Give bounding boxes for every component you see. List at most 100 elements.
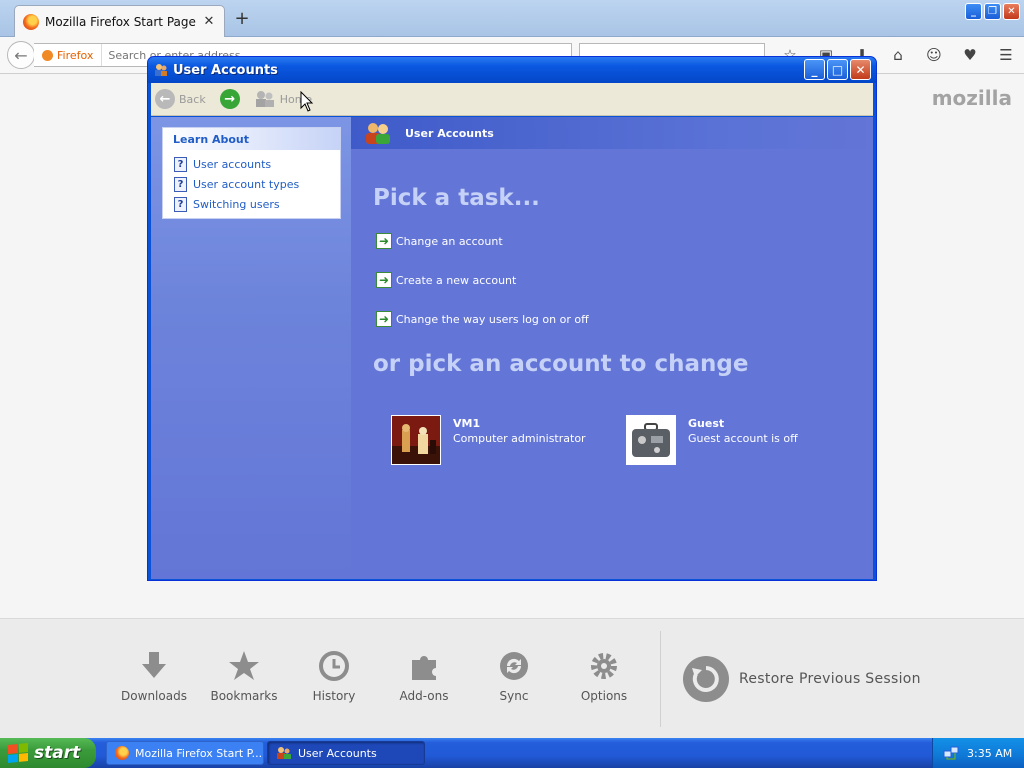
- star-icon: [204, 647, 284, 685]
- account-name: VM1: [453, 417, 481, 430]
- back-label: Back: [179, 92, 206, 106]
- launcher-divider: [660, 631, 661, 727]
- start-button[interactable]: start: [0, 738, 96, 768]
- taskbar-button-label: User Accounts: [298, 746, 377, 760]
- identity-box[interactable]: Firefox: [42, 44, 103, 66]
- main-pane: User Accounts Pick a task... ➜ Change an…: [351, 117, 873, 579]
- launcher-label: Downloads: [121, 689, 187, 703]
- user-accounts-icon: [366, 123, 390, 144]
- forward-button[interactable]: →: [219, 89, 240, 109]
- firefox-identity-icon: [42, 49, 53, 61]
- launcher-sync[interactable]: Sync: [474, 647, 554, 703]
- pocket-icon[interactable]: ♥: [960, 45, 980, 65]
- users-home-icon: [255, 91, 274, 107]
- restore-session-label: Restore Previous Session: [739, 671, 921, 687]
- task-change-account[interactable]: ➜ Change an account: [376, 233, 503, 249]
- account-guest[interactable]: Guest Guest account is off: [626, 415, 798, 465]
- close-icon[interactable]: ✕: [850, 59, 871, 80]
- launcher-label: Bookmarks: [210, 689, 278, 703]
- start-label: start: [34, 743, 81, 763]
- puzzle-icon: [384, 647, 464, 685]
- taskbar: start Mozilla Firefox Start P... User Ac…: [0, 738, 1024, 768]
- pick-task-heading: Pick a task...: [373, 185, 540, 211]
- learn-link-user-accounts[interactable]: ? User accounts: [163, 154, 340, 174]
- chess-avatar-icon: [391, 415, 441, 465]
- close-icon[interactable]: ✕: [1003, 3, 1020, 20]
- firefox-logo-icon: [23, 13, 39, 30]
- users-icon: [155, 64, 167, 76]
- account-description: Guest account is off: [688, 432, 798, 445]
- launcher-bar: Downloads Bookmarks History Add-ons Sync…: [0, 618, 1024, 738]
- pick-account-heading: or pick an account to change: [373, 351, 749, 377]
- pane-header: User Accounts: [351, 117, 873, 149]
- suitcase-avatar-icon: [626, 415, 676, 465]
- maximize-icon[interactable]: □: [827, 59, 848, 80]
- users-icon: [277, 747, 291, 759]
- mozilla-wordmark: mozilla: [931, 86, 1012, 110]
- restore-session-button[interactable]: Restore Previous Session: [683, 656, 921, 702]
- task-pane: Learn About ? User accounts ? User accou…: [151, 117, 351, 579]
- tab-title: Mozilla Firefox Start Page: [45, 14, 196, 29]
- home-icon[interactable]: ⌂: [888, 45, 908, 65]
- learn-link-switching-users[interactable]: ? Switching users: [163, 194, 340, 214]
- launcher-label: History: [312, 689, 356, 703]
- firefox-logo-icon: [115, 746, 129, 760]
- learn-about-heading: Learn About: [163, 128, 340, 150]
- system-tray: 3:35 AM: [932, 738, 1024, 768]
- identity-label: Firefox: [57, 48, 94, 62]
- clock[interactable]: 3:35 AM: [967, 747, 1012, 760]
- taskbar-button-label: Mozilla Firefox Start P...: [135, 746, 263, 760]
- launcher-downloads[interactable]: Downloads: [114, 647, 194, 703]
- sync-icon: [474, 647, 554, 685]
- minimize-icon[interactable]: _: [804, 59, 825, 80]
- tab-close-icon[interactable]: ✕: [202, 14, 216, 29]
- task-label: Create a new account: [396, 273, 517, 287]
- learn-link-label: Switching users: [193, 197, 280, 211]
- account-description: Computer administrator: [453, 432, 586, 445]
- restore-arrow-icon: [683, 656, 729, 702]
- gear-icon: [564, 647, 644, 685]
- back-arrow-icon[interactable]: ←: [7, 41, 35, 69]
- learn-link-label: User account types: [193, 177, 300, 191]
- green-arrow-icon: ➜: [376, 272, 392, 288]
- pane-header-title: User Accounts: [405, 126, 494, 140]
- back-button[interactable]: ← Back: [155, 89, 206, 109]
- new-tab-button[interactable]: +: [232, 9, 252, 29]
- account-name: Guest: [688, 417, 725, 430]
- network-icon[interactable]: [943, 745, 959, 761]
- task-label: Change the way users log on or off: [396, 312, 589, 326]
- learn-link-label: User accounts: [193, 157, 272, 171]
- minimize-icon[interactable]: _: [965, 3, 982, 20]
- taskbar-button-user-accounts[interactable]: User Accounts: [267, 741, 425, 765]
- launcher-bookmarks[interactable]: Bookmarks: [204, 647, 284, 703]
- user-accounts-window: User Accounts _ □ ✕ ← Back → Home Learn …: [147, 56, 877, 581]
- download-icon: [114, 647, 194, 685]
- ua-content: Learn About ? User accounts ? User accou…: [151, 117, 873, 579]
- green-arrow-icon: ➜: [376, 233, 392, 249]
- launcher-label: Options: [580, 689, 628, 703]
- task-label: Change an account: [396, 234, 503, 248]
- task-create-account[interactable]: ➜ Create a new account: [376, 272, 516, 288]
- window-title: User Accounts: [173, 62, 278, 78]
- clock-icon: [294, 647, 374, 685]
- firefox-window-controls: _ ❐ ✕: [965, 3, 1020, 20]
- launcher-add-ons[interactable]: Add-ons: [384, 647, 464, 703]
- firefox-tab-strip: Mozilla Firefox Start Page ✕ + _ ❐ ✕: [0, 0, 1024, 37]
- back-arrow-icon: ←: [155, 89, 175, 109]
- learn-link-account-types[interactable]: ? User account types: [163, 174, 340, 194]
- taskbar-button-firefox[interactable]: Mozilla Firefox Start P...: [106, 741, 264, 765]
- menu-icon[interactable]: ☰: [996, 45, 1016, 65]
- help-icon: ?: [174, 176, 187, 192]
- window-title-bar[interactable]: User Accounts _ □ ✕: [148, 57, 876, 83]
- task-change-logon[interactable]: ➜ Change the way users log on or off: [376, 311, 589, 327]
- account-vm1[interactable]: VM1 Computer administrator: [391, 415, 586, 465]
- restore-icon[interactable]: ❐: [984, 3, 1001, 20]
- launcher-label: Sync: [499, 689, 529, 703]
- launcher-history[interactable]: History: [294, 647, 374, 703]
- smiley-icon[interactable]: ☺: [924, 45, 944, 65]
- launcher-options[interactable]: Options: [564, 647, 644, 703]
- mouse-cursor-icon: [300, 91, 314, 112]
- tab-firefox-start-page[interactable]: Mozilla Firefox Start Page ✕: [14, 5, 225, 37]
- window-controls: _ □ ✕: [804, 59, 871, 80]
- green-arrow-icon: ➜: [376, 311, 392, 327]
